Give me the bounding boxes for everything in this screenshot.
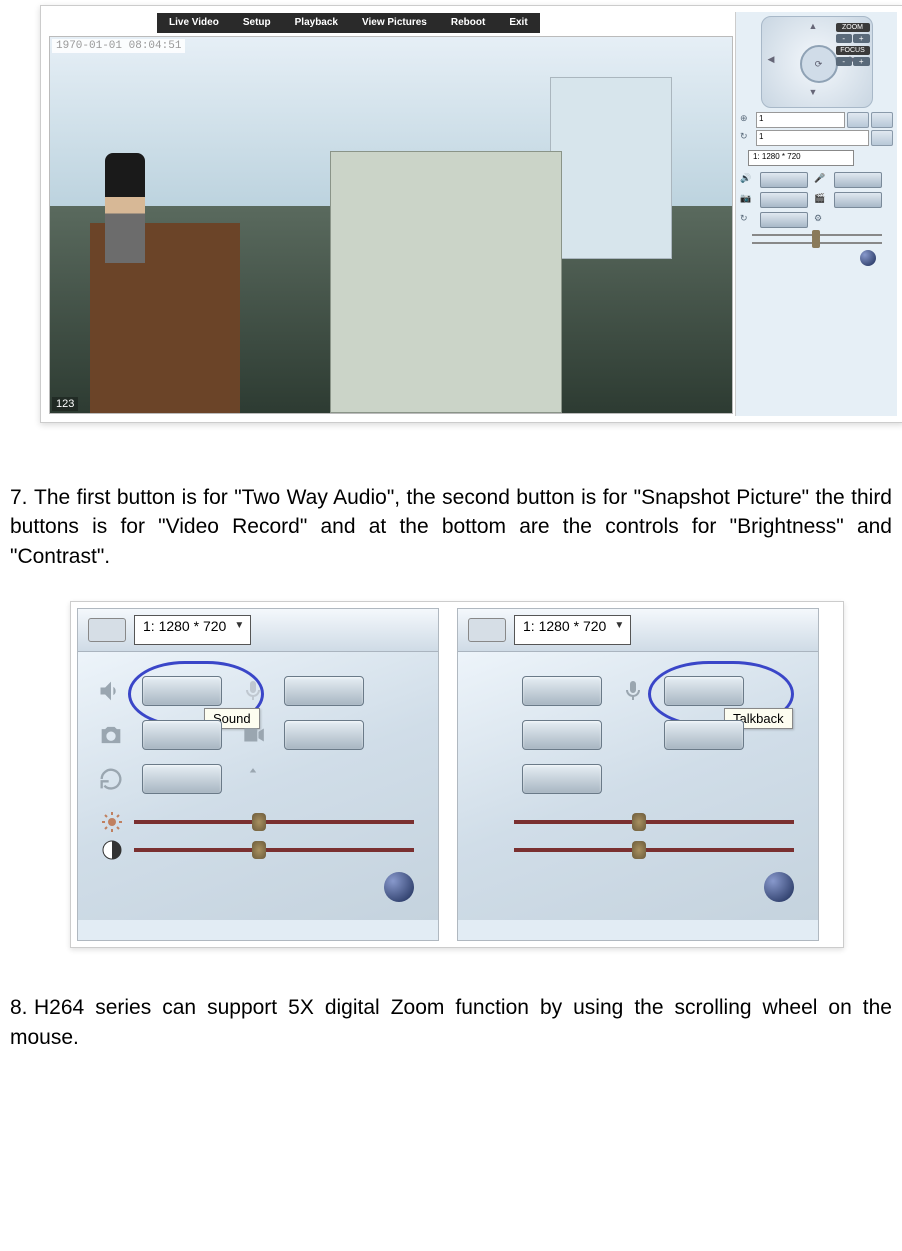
- menu-reboot[interactable]: Reboot: [439, 13, 497, 33]
- view-mode-button[interactable]: [468, 618, 506, 642]
- record-button-right[interactable]: [664, 720, 744, 750]
- zoom-minus-button[interactable]: -: [836, 34, 853, 43]
- menu-view-pictures[interactable]: View Pictures: [350, 13, 439, 33]
- brightness-slider[interactable]: [134, 820, 414, 824]
- preset-select-2[interactable]: 1: [756, 130, 869, 146]
- paragraph-7: 7.The first button is for "Two Way Audio…: [10, 483, 892, 571]
- camera-icon: [94, 718, 128, 752]
- list-number-7: 7.: [10, 483, 34, 512]
- ptz-center-button[interactable]: ⟳: [800, 45, 838, 83]
- paragraph-7-text: The first button is for "Two Way Audio",…: [10, 486, 892, 568]
- mic-icon: [236, 674, 270, 708]
- live-video-screenshot: Live Video Setup Playback View Pictures …: [40, 5, 902, 423]
- camera-icon: 📷: [740, 193, 754, 207]
- video-area: Live Video Setup Playback View Pictures …: [47, 12, 735, 416]
- sound-button[interactable]: [142, 676, 222, 706]
- record-icon: [616, 718, 650, 752]
- speaker-icon: [474, 674, 508, 708]
- contrast-slider-small[interactable]: [752, 242, 882, 244]
- view-mode-button[interactable]: [88, 618, 126, 642]
- menu-live-video[interactable]: Live Video: [157, 13, 231, 33]
- status-indicator-right: [764, 872, 794, 902]
- video-icon: 🎬: [814, 193, 828, 207]
- control-panel-left: 1: 1280 * 720 Sound: [77, 608, 439, 941]
- settings-icon: ⚙: [814, 213, 828, 227]
- cruise-button[interactable]: [871, 130, 893, 146]
- preset-select-1[interactable]: 1: [756, 112, 845, 128]
- record-icon: [236, 718, 270, 752]
- snapshot-button-right[interactable]: [522, 720, 602, 750]
- ptz-pad[interactable]: ▲ ▼ ◀ ▶ ⟳ ZOOM - + FOCUS - +: [761, 16, 873, 108]
- list-number-8: 8.: [10, 993, 34, 1022]
- menu-playback[interactable]: Playback: [283, 13, 350, 33]
- defog-icon: [236, 762, 270, 796]
- control-panel-right: 1: 1280 * 720 Talkback: [457, 608, 819, 941]
- resolution-select-right[interactable]: 1: 1280 * 720: [514, 615, 631, 645]
- sound-button-small[interactable]: [760, 172, 808, 188]
- refresh-button-small[interactable]: [760, 212, 808, 228]
- mic-icon: 🎤: [814, 173, 828, 187]
- ptz-up-icon[interactable]: ▲: [809, 21, 825, 37]
- camera-icon: [474, 718, 508, 752]
- focus-plus-button[interactable]: +: [853, 57, 870, 66]
- mic-icon: [616, 674, 650, 708]
- zoom-plus-button[interactable]: +: [853, 34, 870, 43]
- status-indicator: [384, 872, 414, 902]
- brightness-icon: [100, 810, 124, 834]
- refresh-icon: ↻: [740, 213, 754, 227]
- video-channel: 123: [52, 397, 78, 411]
- talkback-button[interactable]: [664, 676, 744, 706]
- dual-panel-screenshot: 1: 1280 * 720 Sound: [70, 601, 844, 948]
- status-indicator-small: [860, 250, 876, 266]
- refresh-button[interactable]: [142, 764, 222, 794]
- brightness-thumb[interactable]: [252, 813, 266, 831]
- preset-goto-icon: ⊕: [740, 113, 754, 127]
- brightness-thumb-right[interactable]: [632, 813, 646, 831]
- contrast-slider[interactable]: [134, 848, 414, 852]
- speaker-icon: [94, 674, 128, 708]
- video-timestamp: 1970-01-01 08:04:51: [52, 39, 185, 53]
- refresh-icon: [474, 762, 508, 796]
- preset-goto-button[interactable]: [847, 112, 869, 128]
- paragraph-8: 8.H264 series can support 5X digital Zoo…: [10, 993, 892, 1052]
- focus-label: FOCUS: [836, 46, 870, 55]
- refresh-button-right[interactable]: [522, 764, 602, 794]
- snapshot-button[interactable]: [142, 720, 222, 750]
- brightness-slider-right[interactable]: [514, 820, 794, 824]
- paragraph-8-text: H264 series can support 5X digital Zoom …: [10, 996, 892, 1048]
- contrast-thumb-right[interactable]: [632, 841, 646, 859]
- defog-icon: [616, 762, 650, 796]
- contrast-icon: [100, 838, 124, 862]
- talkback-button-small[interactable]: [834, 172, 882, 188]
- sound-button-right[interactable]: [522, 676, 602, 706]
- talkback-button-left[interactable]: [284, 676, 364, 706]
- brightness-slider-small[interactable]: [752, 234, 882, 236]
- menu-exit[interactable]: Exit: [497, 13, 539, 33]
- ptz-down-icon[interactable]: ▼: [809, 87, 825, 103]
- cruise-icon: ↻: [740, 131, 754, 145]
- resolution-select-small[interactable]: 1: 1280 * 720: [748, 150, 854, 166]
- preset-delete-button[interactable]: [871, 112, 893, 128]
- refresh-icon: [94, 762, 128, 796]
- focus-minus-button[interactable]: -: [836, 57, 853, 66]
- resolution-select-left[interactable]: 1: 1280 * 720: [134, 615, 251, 645]
- contrast-thumb[interactable]: [252, 841, 266, 859]
- video-feed[interactable]: 1970-01-01 08:04:51 123: [49, 36, 733, 414]
- main-menu: Live Video Setup Playback View Pictures …: [157, 13, 540, 33]
- snapshot-button-small[interactable]: [760, 192, 808, 208]
- contrast-slider-right[interactable]: [514, 848, 794, 852]
- record-button-small[interactable]: [834, 192, 882, 208]
- menu-setup[interactable]: Setup: [231, 13, 283, 33]
- control-sidebar: ▲ ▼ ◀ ▶ ⟳ ZOOM - + FOCUS - +: [735, 12, 897, 416]
- speaker-icon: 🔊: [740, 173, 754, 187]
- ptz-left-icon[interactable]: ◀: [768, 54, 784, 70]
- zoom-label: ZOOM: [836, 23, 870, 32]
- record-button-left[interactable]: [284, 720, 364, 750]
